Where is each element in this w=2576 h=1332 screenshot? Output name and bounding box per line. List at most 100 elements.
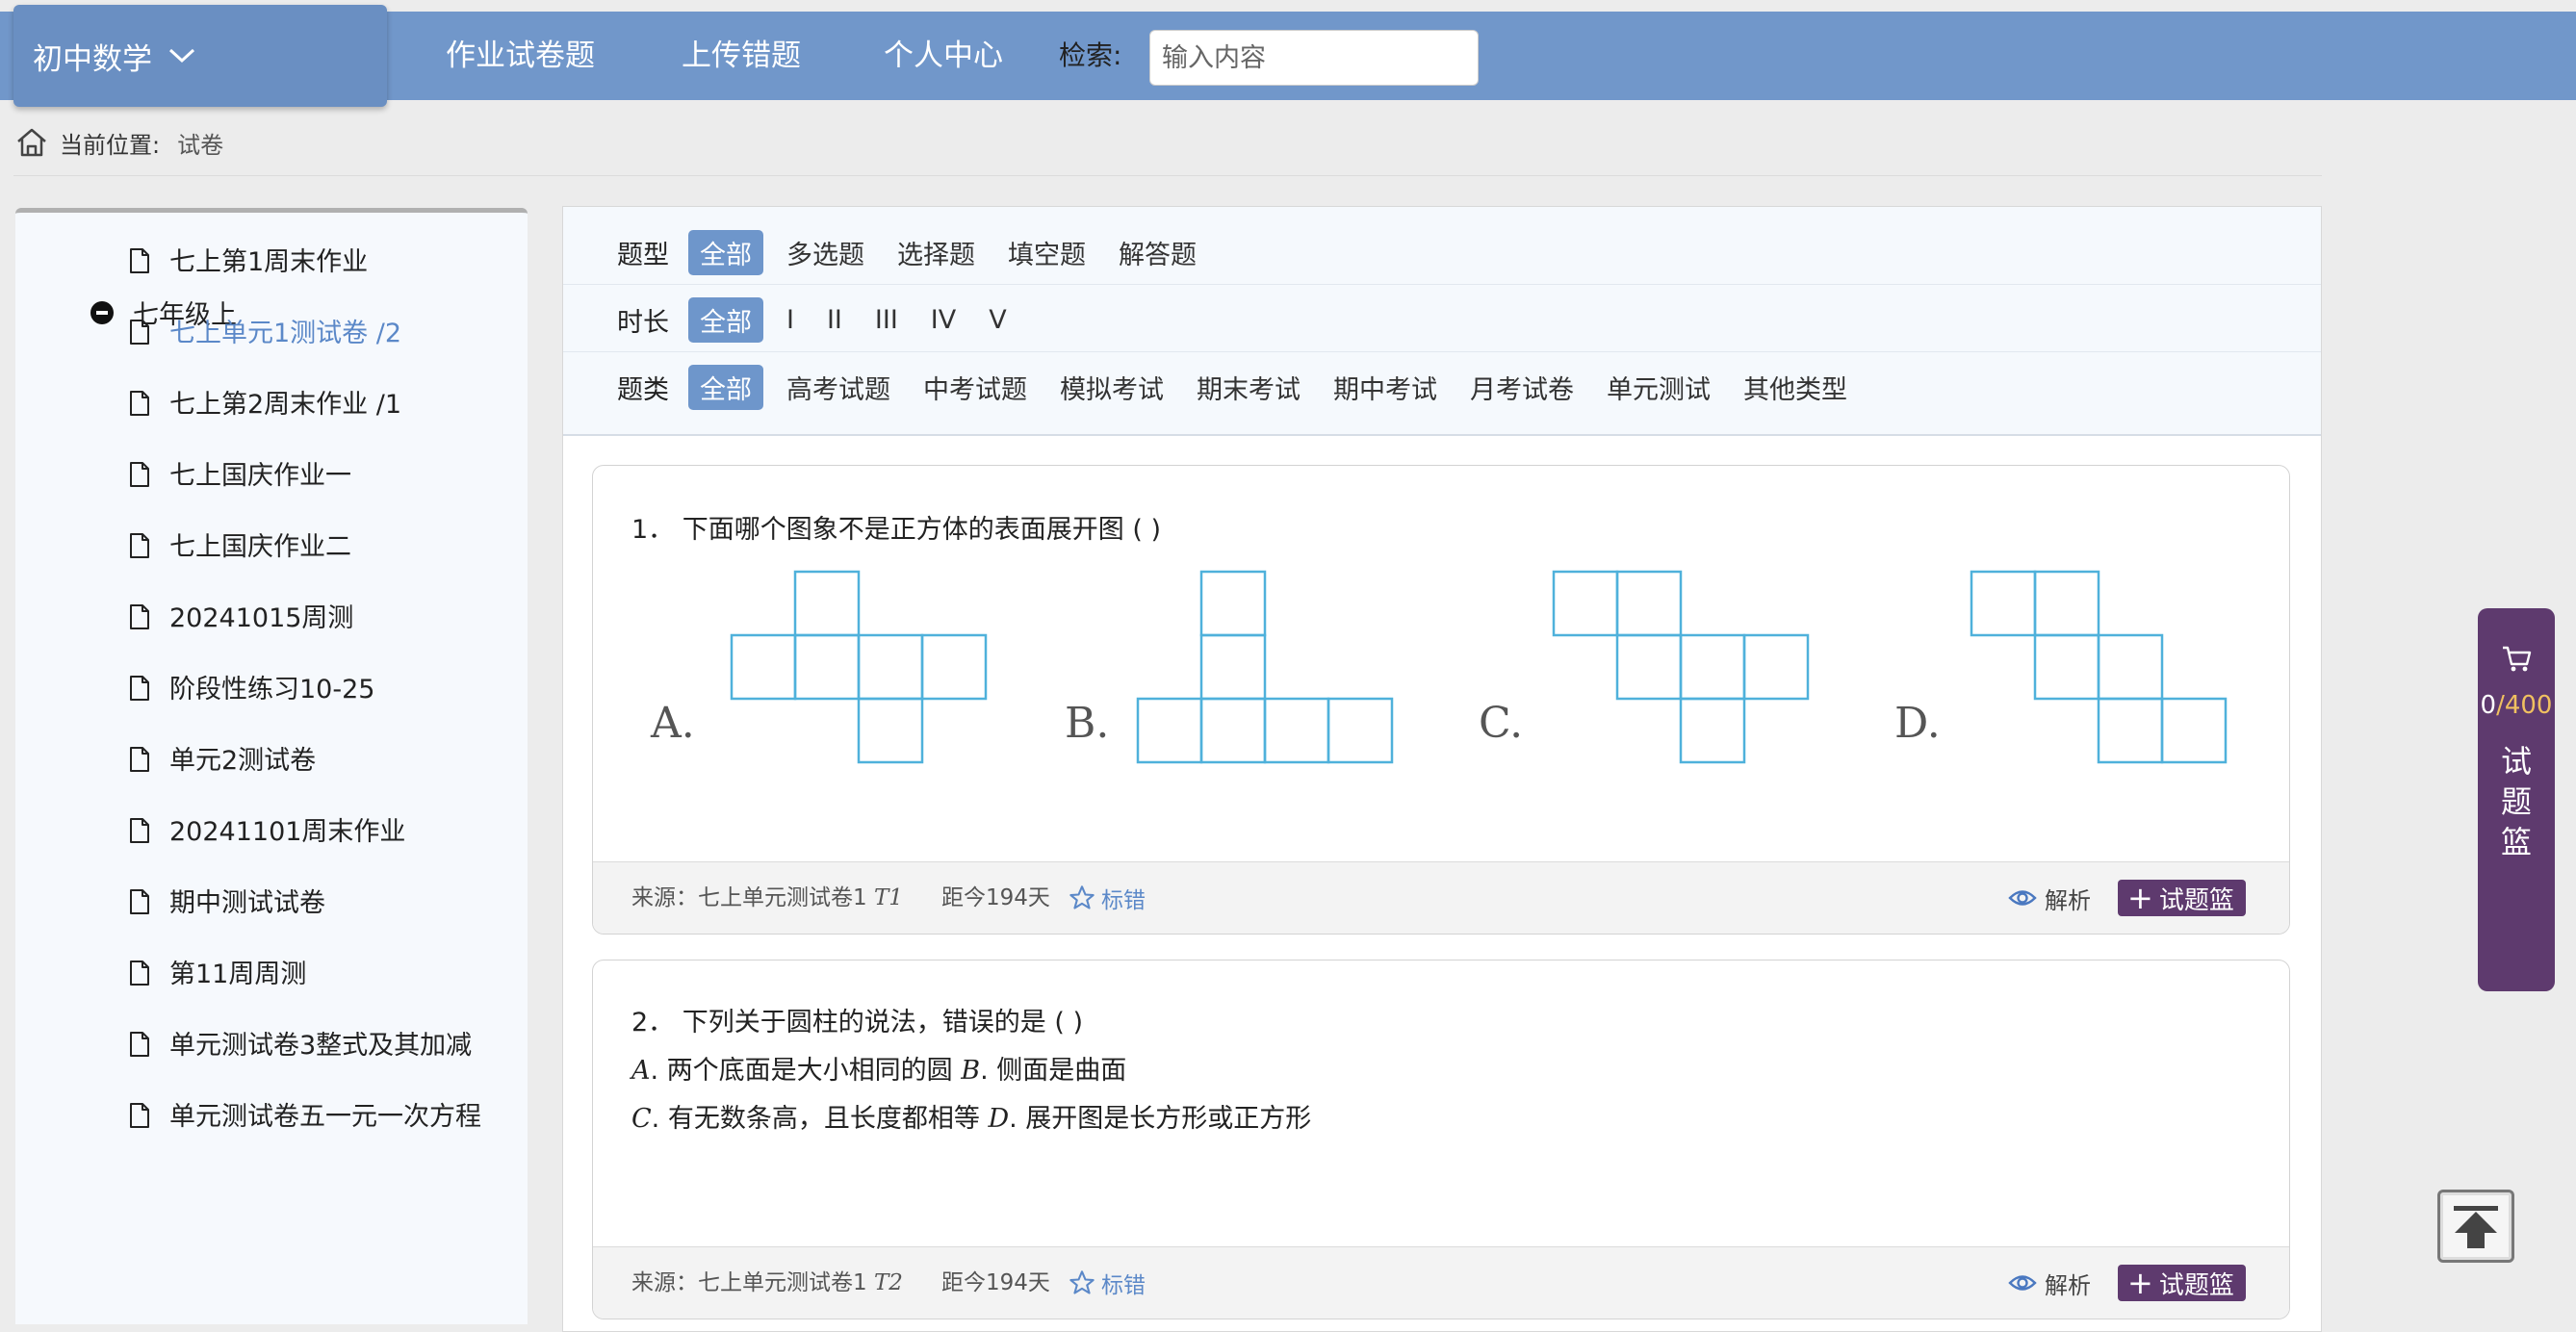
duration-option[interactable]: V xyxy=(989,305,1006,335)
back-to-top-button[interactable] xyxy=(2437,1190,2514,1263)
duration-option[interactable]: II xyxy=(827,305,842,335)
tree-item-label: 七上国庆作业二 xyxy=(169,532,351,562)
question-list-panel: 题型 全部 多选题 选择题 填空题 解答题 时长 全部 I II III IV V 题类 全部 高考试题中… xyxy=(562,206,2322,1332)
tree-item-paper[interactable]: 七上第2周末作业 /1 xyxy=(129,387,401,427)
tree-item-paper[interactable]: 单元2测试卷 xyxy=(129,743,316,783)
paper-tree-sidebar: 七年级上 七上第1周末作业 七上单元1测试卷 /2 七上第2周末作业 /1 七上国庆作… xyxy=(15,208,528,1324)
star-icon xyxy=(1069,1270,1095,1294)
add-to-basket-label: 试题篮 xyxy=(2158,885,2234,915)
duration-label: 时长 xyxy=(617,307,669,338)
category-option[interactable]: 其他类型 xyxy=(1743,369,1847,406)
option-letter: D xyxy=(988,1104,1010,1134)
question-card: 1． 下面哪个图象不是正方体的表面展开图 ( ) A. B. C. D. 来源：… xyxy=(592,465,2290,935)
source-tag: T2 xyxy=(873,1270,903,1295)
chevron-down-icon xyxy=(168,48,195,64)
nav-homework-papers[interactable]: 作业试卷题 xyxy=(446,12,595,100)
question-type-option[interactable]: 多选题 xyxy=(786,234,864,271)
category-option[interactable]: 模拟考试 xyxy=(1060,369,1164,406)
question-type-option[interactable]: 解答题 xyxy=(1119,234,1197,271)
search-input[interactable] xyxy=(1149,30,1479,86)
tree-item-label: 20241015周测 xyxy=(169,603,354,633)
collapse-icon[interactable] xyxy=(90,300,114,324)
question-basket-widget[interactable]: 0/400 试题篮 xyxy=(2478,608,2555,991)
breadcrumb-current[interactable]: 试卷 xyxy=(177,126,223,160)
analysis-label: 解析 xyxy=(2045,1271,2091,1299)
file-icon xyxy=(129,960,150,997)
question-footer: 来源：七上单元测试卷1 T2 距今194天 标错 解析 + 试题篮 xyxy=(593,1246,2289,1319)
add-to-basket-button[interactable]: + 试题篮 xyxy=(2118,880,2246,916)
question-options-line-2: C. 有无数条高，且长度都相等 D. 展开图是长方形或正方形 xyxy=(631,1097,1311,1135)
question-type-option[interactable]: 全部 xyxy=(688,229,763,275)
subject-dropdown[interactable]: 初中数学 xyxy=(13,5,387,107)
filter-panel: 题型 全部 多选题 选择题 填空题 解答题 时长 全部 I II III IV V 题类 全部 高考试题中… xyxy=(563,207,2321,436)
eye-icon xyxy=(2008,890,2037,906)
tree-item-label: 第11周周测 xyxy=(169,960,307,989)
category-option[interactable]: 中考试题 xyxy=(923,369,1027,406)
question-type-option[interactable]: 选择题 xyxy=(897,234,975,271)
nav-upload-mistakes[interactable]: 上传错题 xyxy=(682,12,801,100)
category-option[interactable]: 全部 xyxy=(688,364,763,410)
add-to-basket-button[interactable]: + 试题篮 xyxy=(2118,1265,2246,1301)
duration-option[interactable]: III xyxy=(875,305,898,335)
option-text: . 展开图是长方形或正方形 xyxy=(1009,1104,1312,1134)
source-text: 来源：七上单元测试卷1 xyxy=(631,1270,867,1295)
option-c-label: C. xyxy=(1479,699,1524,748)
file-icon xyxy=(129,319,150,356)
option-letter: A xyxy=(631,1056,651,1086)
tree-item-label: 期中测试试卷 xyxy=(169,888,325,918)
category-option[interactable]: 月考试卷 xyxy=(1470,369,1574,406)
option-text: . 侧面是曲面 xyxy=(980,1056,1127,1086)
duration-option[interactable]: 全部 xyxy=(688,296,763,343)
tree-item-paper[interactable]: 第11周周测 xyxy=(129,957,306,997)
question-figures xyxy=(730,570,2228,764)
file-icon xyxy=(129,461,150,499)
breadcrumb-label: 当前位置: xyxy=(60,131,161,159)
nav-personal-center[interactable]: 个人中心 xyxy=(884,12,1003,100)
category-option[interactable]: 期末考试 xyxy=(1197,369,1301,406)
eye-icon xyxy=(2008,1275,2037,1291)
question-source: 来源：七上单元测试卷1 T2 xyxy=(631,1247,903,1319)
tree-item-paper[interactable]: 七上国庆作业二 xyxy=(129,529,351,570)
file-icon xyxy=(129,675,150,712)
tree-item-paper[interactable]: 七上单元1测试卷 /2 xyxy=(129,316,401,356)
question-type-option[interactable]: 填空题 xyxy=(1008,234,1086,271)
source-tag: T1 xyxy=(873,885,903,910)
divider xyxy=(563,284,2321,285)
duration-option[interactable]: IV xyxy=(931,305,956,335)
tree-item-paper[interactable]: 期中测试试卷 xyxy=(129,885,325,926)
tree-item-paper[interactable]: 单元测试卷五一元一次方程 xyxy=(129,1099,506,1140)
option-letter: B xyxy=(961,1056,981,1086)
basket-count-current: 0 xyxy=(2480,691,2497,720)
tree-item-paper[interactable]: 单元测试卷3整式及其加减 xyxy=(129,1028,472,1068)
category-option[interactable]: 期中考试 xyxy=(1333,369,1437,406)
subject-label: 初中数学 xyxy=(33,41,152,77)
tree-item-paper[interactable]: 20241101周末作业 xyxy=(129,814,405,855)
duration-option[interactable]: I xyxy=(786,305,794,335)
tree-item-label: 七上第2周末作业 /1 xyxy=(169,390,402,420)
tree-item-paper[interactable]: 七上国庆作业一 xyxy=(129,458,351,499)
mark-error-link[interactable]: 标错 xyxy=(1069,1247,1146,1319)
tree-item-paper[interactable]: 七上第1周末作业 xyxy=(129,244,368,285)
home-icon[interactable] xyxy=(15,127,48,158)
question-footer: 来源：七上单元测试卷1 T1 距今194天 标错 解析 + 试题篮 xyxy=(593,861,2289,934)
category-option[interactable]: 单元测试 xyxy=(1607,369,1711,406)
category-option[interactable]: 高考试题 xyxy=(786,369,890,406)
divider xyxy=(563,351,2321,352)
file-icon xyxy=(129,603,150,641)
file-icon xyxy=(129,1102,150,1140)
question-options-line-1: A. 两个底面是大小相同的圆 B. 侧面是曲面 xyxy=(631,1049,1126,1087)
tree-item-paper[interactable]: 20241015周测 xyxy=(129,601,353,641)
tree-item-label: 单元测试卷五一元一次方程 xyxy=(169,1102,481,1132)
analysis-button[interactable]: 解析 xyxy=(2008,1247,2091,1319)
analysis-button[interactable]: 解析 xyxy=(2008,862,2091,934)
question-card: 2． 下列关于圆柱的说法，错误的是 ( ) A. 两个底面是大小相同的圆 B. … xyxy=(592,960,2290,1319)
mark-error-link[interactable]: 标错 xyxy=(1069,862,1146,934)
option-d-label: D. xyxy=(1894,699,1941,748)
file-icon xyxy=(129,746,150,783)
option-letter: C xyxy=(631,1104,652,1134)
mark-error-label: 标错 xyxy=(1101,888,1146,913)
file-icon xyxy=(129,817,150,855)
file-icon xyxy=(129,1031,150,1068)
tree-item-paper[interactable]: 阶段性练习10-25 xyxy=(129,672,374,712)
basket-label-char: 题 xyxy=(2500,783,2532,820)
